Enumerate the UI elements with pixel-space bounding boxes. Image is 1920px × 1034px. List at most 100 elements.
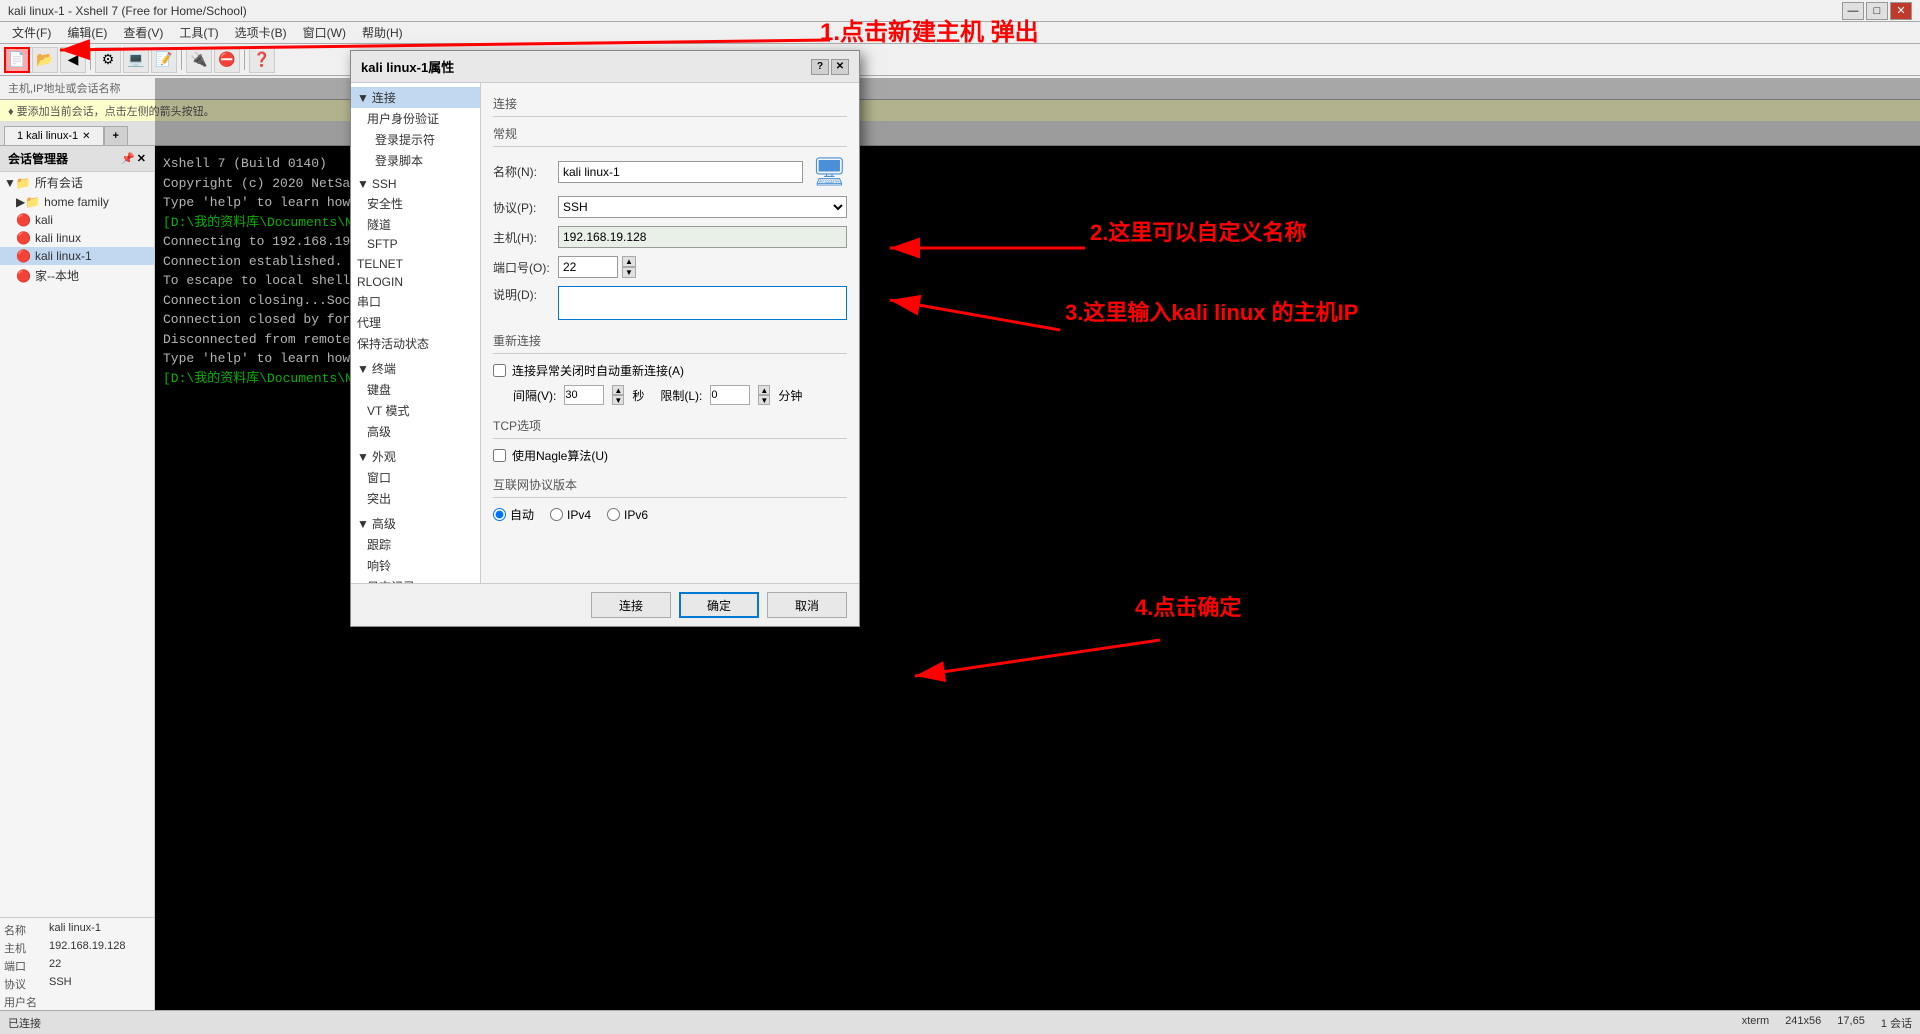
dtree-telnet[interactable]: TELNET [351,255,480,273]
dtree-keyboard[interactable]: 键盘 [351,379,480,400]
connect-button[interactable]: 🔌 [186,47,212,73]
tab-add-button[interactable]: + [104,126,128,145]
maximize-button[interactable]: □ [1866,2,1888,20]
form-port-input[interactable] [558,256,618,278]
limit-down-button[interactable]: ▼ [758,395,770,405]
menu-window[interactable]: 窗口(W) [295,22,354,43]
dtree-window[interactable]: 窗口 [351,467,480,488]
dtree-login-script[interactable]: 登录脚本 [351,150,480,171]
tree-kali-linux-1[interactable]: 🔴 kali linux-1 [0,247,154,265]
dtree-ssh-label: SSH [372,177,397,191]
back-button[interactable]: ◀ [60,47,86,73]
form-host-input[interactable] [558,226,847,248]
status-right: xterm 241x56 17,65 1 会话 [1742,1015,1912,1031]
dtree-terminal[interactable]: ▼ 终端 [351,358,480,379]
tree-kali-linux[interactable]: 🔴 kali linux [0,229,154,247]
ip-v4-radio[interactable]: IPv4 [550,508,591,522]
tree-home-family[interactable]: ▶📁 home family [0,193,154,211]
limit-input[interactable] [710,385,750,405]
interval-up-button[interactable]: ▲ [612,385,624,395]
tab-kali-linux-1[interactable]: 1 kali linux-1 ✕ [4,126,104,145]
form-name-input[interactable] [558,161,803,183]
script-button[interactable]: 📝 [151,47,177,73]
open-button[interactable]: 📂 [32,47,58,73]
sidebar-close-button[interactable]: ✕ [137,152,146,165]
dtree-advanced-terminal-label: 高级 [367,423,391,440]
dtree-serial[interactable]: 串口 [351,291,480,312]
window-close-button[interactable]: ✕ [1890,2,1912,20]
dtree-rlogin[interactable]: RLOGIN [351,273,480,291]
tree-kali[interactable]: 🔴 kali [0,211,154,229]
menu-edit[interactable]: 编辑(E) [59,22,115,43]
connect-button[interactable]: 连接 [591,592,671,618]
form-protocol-row: 协议(P): SSH TELNET RLOGIN SFTP 串口 [493,196,847,218]
tree-home-family-label: home family [44,195,109,209]
ip-v6-radio-input[interactable] [607,508,620,521]
dtree-sftp[interactable]: SFTP [351,235,480,253]
ok-button[interactable]: 确定 [679,592,759,618]
cancel-button[interactable]: 取消 [767,592,847,618]
dtree-login-prompt[interactable]: 登录提示符 [351,129,480,150]
dtree-log-label: 日志记录 [367,578,415,583]
terminal-button[interactable]: 💻 [123,47,149,73]
menu-tabs[interactable]: 选项卡(B) [227,22,295,43]
ip-auto-radio[interactable]: 自动 [493,506,534,523]
dtree-tunnel[interactable]: 隧道 [351,214,480,235]
menu-view[interactable]: 查看(V) [115,22,171,43]
dialog-title-bar: kali linux-1属性 ? ✕ [351,51,859,83]
dtree-keepalive[interactable]: 保持活动状态 [351,333,480,354]
help-button[interactable]: ❓ [249,47,275,73]
info-name-label: 名称 [4,922,49,938]
dtree-advanced-terminal[interactable]: 高级 [351,421,480,442]
tree-all-sessions[interactable]: ▼📁 所有会话 [0,172,154,193]
form-protocol-select[interactable]: SSH TELNET RLOGIN SFTP 串口 [558,196,847,218]
dialog-close-button[interactable]: ✕ [831,59,849,75]
info-host-value: 192.168.19.128 [49,940,125,956]
tab-close-button[interactable]: ✕ [82,131,90,142]
tab-label: 1 kali linux-1 [17,130,78,142]
ip-v6-radio[interactable]: IPv6 [607,508,648,522]
dtree-window-label: 窗口 [367,469,391,486]
ip-v4-radio-input[interactable] [550,508,563,521]
tcp-nagle-checkbox[interactable] [493,449,506,462]
info-port-label: 端口 [4,958,49,974]
reconnect-checkbox[interactable] [493,364,506,377]
ip-v4-label: IPv4 [567,508,591,522]
dtree-ssh[interactable]: ▼ SSH [351,175,480,193]
dtree-advanced[interactable]: ▼ 高级 [351,513,480,534]
settings-button[interactable]: ⚙ [95,47,121,73]
port-up-button[interactable]: ▲ [622,256,636,267]
dtree-auth[interactable]: 用户身份验证 [351,108,480,129]
menu-help[interactable]: 帮助(H) [354,22,411,43]
dtree-trace[interactable]: 跟踪 [351,534,480,555]
dtree-proxy[interactable]: 代理 [351,312,480,333]
limit-up-button[interactable]: ▲ [758,385,770,395]
port-down-button[interactable]: ▼ [622,267,636,278]
interval-down-button[interactable]: ▼ [612,395,624,405]
dtree-bell[interactable]: 响铃 [351,555,480,576]
dtree-log[interactable]: 日志记录 [351,576,480,583]
dtree-appearance[interactable]: ▼ 外观 [351,446,480,467]
dtree-highlight[interactable]: 突出 [351,488,480,509]
minimize-button[interactable]: — [1842,2,1864,20]
sidebar-pin-button[interactable]: 📌 [121,152,135,165]
ip-auto-radio-input[interactable] [493,508,506,521]
tree-home-local[interactable]: 🔴 家--本地 [0,265,154,286]
form-desc-textarea[interactable] [558,286,847,320]
dtree-appearance-icon: ▼ [357,450,369,464]
dtree-connection-label: 连接 [372,89,396,106]
tree-all-sessions-label: 所有会话 [35,174,83,191]
dialog-question-button[interactable]: ? [811,59,829,75]
dialog-content-panel: 连接 常规 名称(N): 🖥 协议(P): SSH TELNET RLOGIN … [481,83,859,583]
disconnect-button[interactable]: ⛔ [214,47,240,73]
dtree-connection[interactable]: ▼ 连接 [351,87,480,108]
menu-tools[interactable]: 工具(T) [171,22,226,43]
dtree-vt-mode[interactable]: VT 模式 [351,400,480,421]
new-session-button[interactable]: 📄 [4,47,30,73]
interval-input[interactable] [564,385,604,405]
session-icon-3: 🔴 [16,249,31,263]
menu-file[interactable]: 文件(F) [4,22,59,43]
info-host-label: 主机 [4,940,49,956]
dtree-security[interactable]: 安全性 [351,193,480,214]
reconnect-section: 重新连接 连接异常关闭时自动重新连接(A) 间隔(V): ▲ ▼ 秒 限制(L [493,332,847,405]
